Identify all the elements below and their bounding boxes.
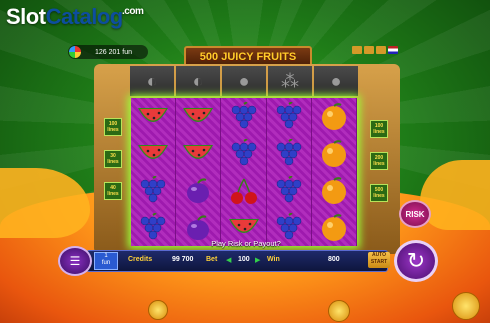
watermark-logo: SlotCatalog .com [6,4,144,29]
lines-button[interactable]: 30 lines [104,150,122,168]
bet-decrease-icon[interactable]: ◀ [226,256,231,264]
info-icon[interactable] [376,46,386,54]
lines-button[interactable]: 40 lines [104,182,122,200]
credits-label: Credits [128,256,153,263]
ghost-watermelon-icon: ◐ [130,66,174,96]
previous-symbols-row: ◐ ◐ ● ⁂ ● [130,66,358,96]
bet-increase-icon[interactable]: ▶ [255,256,260,264]
coin-decoration [328,300,350,322]
flag-uk-icon[interactable] [388,46,398,54]
balance-ball-icon [69,46,81,58]
ghost-lemon-icon: ◐ [176,66,220,96]
reel-2 [176,98,222,246]
ghost-grapes-icon: ⁂ [268,66,312,96]
bet-value: 100 [238,256,250,263]
balance-value: 126 201 fun [95,48,132,56]
cherries-icon [221,172,265,209]
lines-value-box[interactable]: 1 fun [94,252,118,270]
grapes-icon [267,172,311,209]
coin-decoration [148,300,168,320]
orange-icon [312,135,356,172]
lines-button[interactable]: 500 lines [370,184,388,202]
reel-1 [131,98,177,246]
watermelon-icon [176,98,220,135]
watermelon-icon [131,98,175,135]
balance-display: 126 201 fun [68,45,148,59]
grapes-icon [221,135,265,172]
win-label: Win [267,256,280,263]
lines-button[interactable]: 100 lines [370,120,388,138]
lines-selector-right: 100 lines 200 lines 500 lines [370,120,388,202]
win-value: 800 [328,256,340,263]
credits-value: 99 700 [172,256,194,263]
lines-button[interactable]: 100 lines [104,118,122,136]
spin-icon: ↻ [406,248,426,273]
reel-4 [266,98,312,246]
orange-icon [312,209,356,246]
grapes-icon [131,209,175,246]
lines-selector-left: 100 lines 30 lines 40 lines [104,118,122,200]
orange-icon [312,98,356,135]
menu-button[interactable]: ☰ [58,246,92,276]
sound-icon[interactable] [352,46,362,54]
settings-icon[interactable] [364,46,374,54]
menu-icon: ☰ [69,254,81,268]
autostart-button[interactable]: AUTO START [368,252,390,268]
lines-button[interactable]: 200 lines [370,152,388,170]
watermelon-icon [176,135,220,172]
risk-button[interactable]: RISK [399,200,431,228]
grapes-icon [267,98,311,135]
orange-icon [312,172,356,209]
ghost-orange-icon: ● [314,66,358,96]
ghost-plum-icon: ● [222,66,266,96]
reel-5 [311,98,358,246]
plum-icon [176,172,220,209]
spin-button[interactable]: ↻ [394,240,438,282]
bet-label: Bet [206,256,218,263]
grapes-icon [267,135,311,172]
header-icons [352,46,398,54]
risk-or-payout-message: Play Risk or Payout? [211,239,281,248]
watermelon-icon [131,135,175,172]
reels-area[interactable] [131,98,358,246]
coin-decoration [452,292,480,320]
reel-3 [221,98,267,246]
grapes-icon [221,98,265,135]
grapes-icon [131,172,175,209]
